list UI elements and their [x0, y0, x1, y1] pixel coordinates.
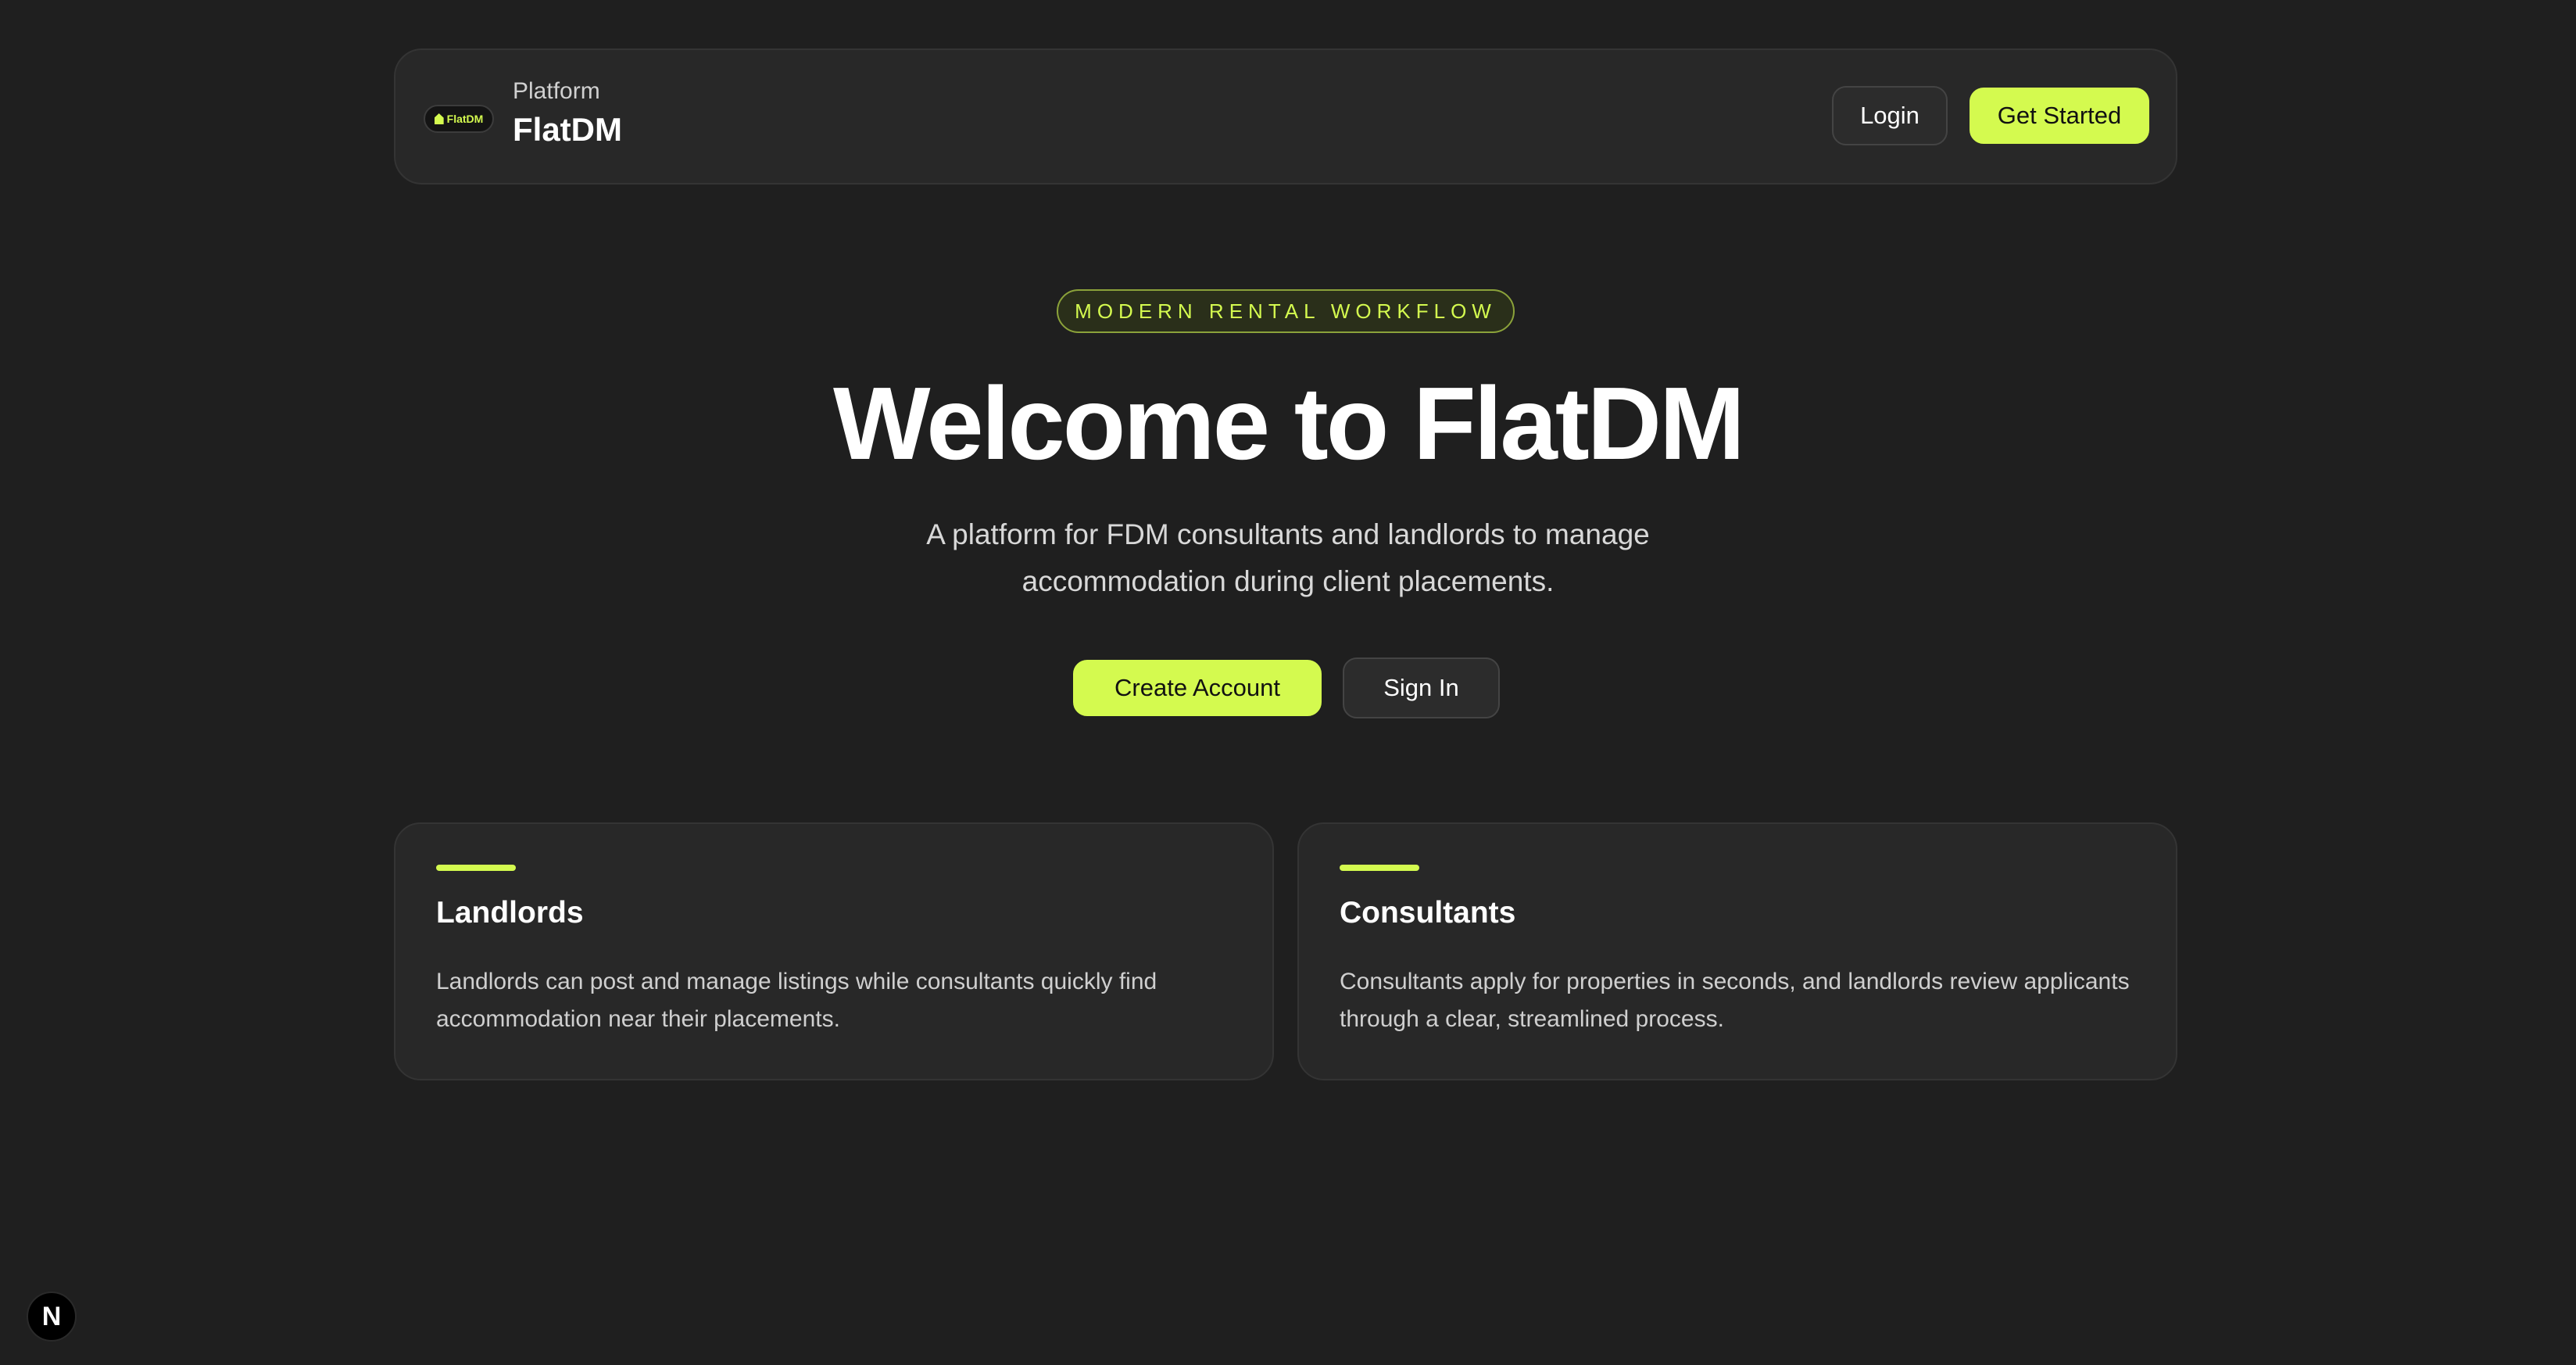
consultants-card: Consultants Consultants apply for proper… — [1297, 822, 2177, 1080]
brand-logo[interactable]: FlatDM — [424, 105, 494, 133]
login-button[interactable]: Login — [1832, 86, 1948, 145]
brand-kicker: Platform — [513, 78, 600, 104]
card-accent-bar — [436, 865, 516, 871]
logo-text: FlatDM — [446, 113, 484, 125]
sign-in-button[interactable]: Sign In — [1343, 657, 1500, 718]
nextjs-icon[interactable]: N — [27, 1292, 77, 1342]
card-title: Landlords — [436, 896, 584, 930]
create-account-button[interactable]: Create Account — [1073, 660, 1322, 716]
card-text: Landlords can post and manage listings w… — [436, 969, 1157, 1032]
brand-name[interactable]: FlatDM — [513, 111, 622, 149]
landlords-card: Landlords Landlords can post and manage … — [394, 822, 1274, 1080]
card-accent-bar — [1340, 865, 1419, 871]
hero-badge: MODERN RENTAL WORKFLOW — [1057, 289, 1515, 333]
card-title: Consultants — [1340, 896, 1516, 930]
get-started-button[interactable]: Get Started — [1970, 88, 2149, 144]
top-nav: FlatDM Platform FlatDM Login Get Started — [394, 48, 2177, 185]
card-text: Consultants apply for properties in seco… — [1340, 969, 2130, 1032]
hero-subtitle: A platform for FDM consultants and landl… — [926, 518, 1650, 597]
hero-title: Welcome to FlatDM — [832, 366, 1745, 481]
house-icon — [434, 113, 444, 124]
